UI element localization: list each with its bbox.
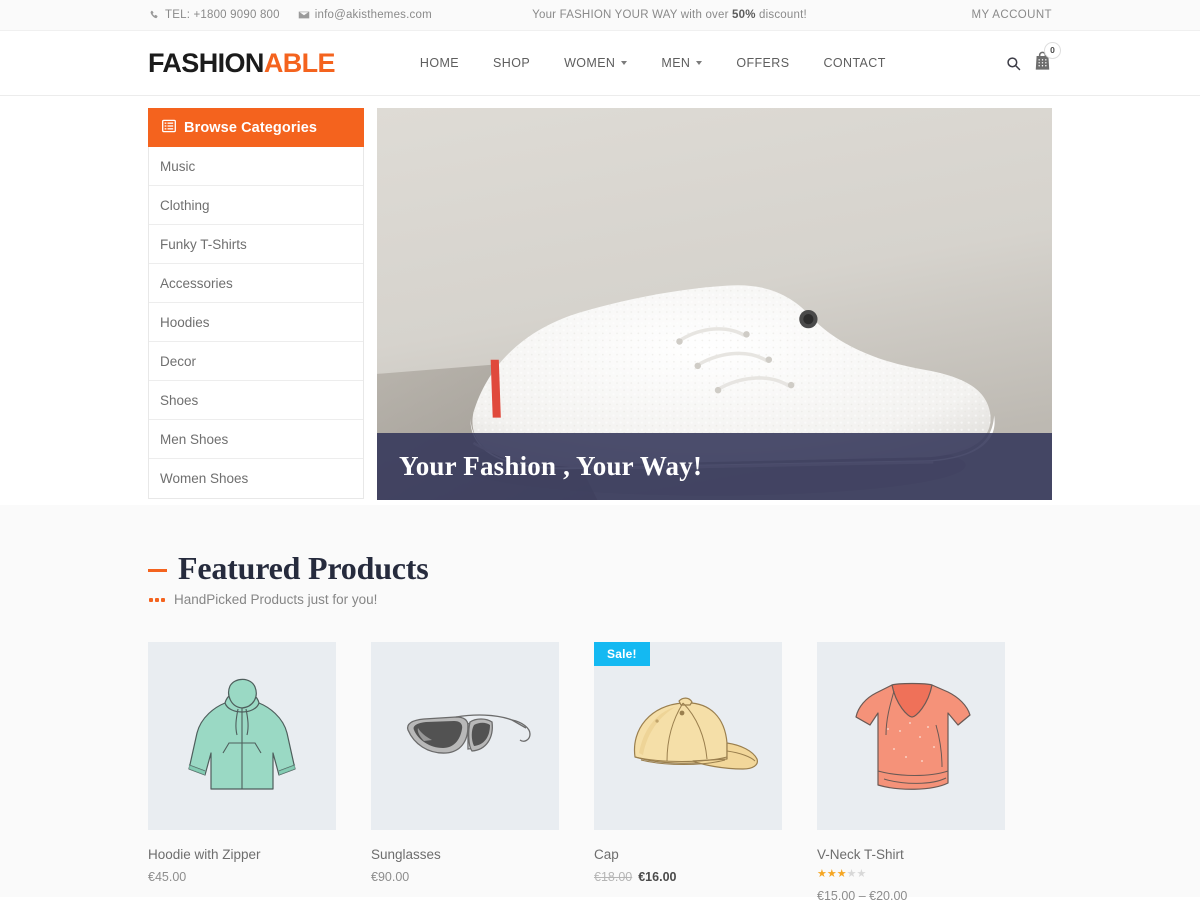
- featured-subtitle: HandPicked Products just for you!: [174, 592, 378, 608]
- top-bar: TEL: +1800 9090 800 info@akisthemes.com …: [0, 0, 1200, 31]
- product-thumbnail[interactable]: [817, 642, 1005, 831]
- email-text: info@akisthemes.com: [314, 9, 432, 21]
- featured-products-section: Featured Products HandPicked Products ju…: [0, 505, 1200, 903]
- hero-caption-text: Your Fashion , Your Way!: [399, 451, 703, 481]
- nav-item-women[interactable]: WOMEN: [547, 56, 644, 70]
- my-account-link[interactable]: MY ACCOUNT: [972, 9, 1052, 21]
- status-badge: Sale!: [594, 642, 650, 667]
- star-empty-icon: ★: [856, 868, 867, 881]
- star-empty-icon: ★: [846, 868, 857, 881]
- product-price: €15.00 – €20.00: [817, 889, 908, 903]
- sidebar-item-women-shoes[interactable]: Women Shoes: [149, 459, 363, 498]
- header-actions: 0: [1006, 41, 1061, 76]
- nav-label: MEN: [661, 56, 691, 70]
- nav-item-men[interactable]: MEN: [644, 56, 719, 70]
- sunglasses-illustration: [406, 714, 531, 754]
- product-name: Hoodie with Zipper: [148, 847, 261, 863]
- product-sale-price: €16.00: [638, 870, 677, 885]
- chevron-down-icon: [696, 61, 703, 65]
- hero-banner[interactable]: Your Fashion , Your Way!: [377, 108, 1052, 500]
- sidebar-item-hoodies[interactable]: Hoodies: [149, 303, 363, 342]
- cart-button[interactable]: 0: [1033, 41, 1061, 76]
- page-title: Featured Products: [178, 550, 429, 586]
- cap-illustration: [633, 697, 758, 770]
- product-grid: Hoodie with Zipper €45.00 Sunglasses €90…: [148, 642, 1052, 903]
- browse-categories-title: Browse Categories: [184, 119, 318, 136]
- phone-contact: TEL: +1800 9090 800: [148, 9, 280, 21]
- product-card-hoodie[interactable]: Hoodie with Zipper €45.00: [148, 642, 336, 903]
- email-contact[interactable]: info@akisthemes.com: [298, 9, 432, 21]
- featured-heading: Featured Products HandPicked Products ju…: [148, 550, 1052, 608]
- product-thumbnail[interactable]: Sale!: [594, 642, 782, 831]
- sidebar-item-funky-t-shirts[interactable]: Funky T-Shirts: [149, 225, 363, 264]
- browse-categories-sidebar: Browse Categories Music Clothing Funky T…: [148, 108, 364, 500]
- hero-caption: Your Fashion , Your Way!: [377, 433, 1052, 500]
- product-card-cap[interactable]: Sale! Cap €18.00 €16.00: [594, 642, 782, 903]
- site-logo[interactable]: FASHIONABLE: [148, 47, 336, 78]
- sidebar-item-clothing[interactable]: Clothing: [149, 186, 363, 225]
- product-old-price: €18.00: [594, 870, 633, 885]
- promo-post: discount!: [755, 9, 807, 21]
- browse-categories-header[interactable]: Browse Categories: [148, 108, 364, 147]
- product-name: V-Neck T-Shirt: [817, 847, 904, 863]
- product-name: Cap: [594, 847, 619, 863]
- search-icon[interactable]: [1006, 56, 1021, 71]
- sidebar-item-decor[interactable]: Decor: [149, 342, 363, 381]
- phone-icon: [148, 9, 160, 21]
- dash-accent-icon: [148, 569, 167, 573]
- product-name: Sunglasses: [371, 847, 441, 863]
- promo-pre: Your FASHION YOUR WAY with over: [532, 9, 733, 21]
- sidebar-item-accessories[interactable]: Accessories: [149, 264, 363, 303]
- cart-count-badge: 0: [1044, 41, 1061, 59]
- site-header: FASHIONABLE HOME SHOP WOMEN MEN OFFERS C…: [0, 31, 1200, 96]
- product-price: €18.00 €16.00: [594, 870, 782, 884]
- promo-message: Your FASHION YOUR WAY with over 50% disc…: [532, 9, 807, 21]
- product-thumbnail[interactable]: [371, 642, 559, 831]
- nav-label: CONTACT: [823, 56, 886, 70]
- nav-item-home[interactable]: HOME: [403, 56, 476, 70]
- status-badge: ★ ★ ★ ★ ★: [817, 869, 1005, 880]
- sidebar-item-shoes[interactable]: Shoes: [149, 381, 363, 420]
- product-card-v-neck-t-shirt[interactable]: V-Neck T-Shirt ★ ★ ★ ★ ★ €15.00 – €20.00: [817, 642, 1005, 903]
- logo-part-two: ABLE: [263, 47, 336, 78]
- promo-percent: 50%: [732, 9, 756, 21]
- dots-accent-icon: [149, 597, 165, 602]
- nav-item-shop[interactable]: SHOP: [476, 56, 547, 70]
- product-price: €45.00: [148, 870, 187, 885]
- hoodie-illustration: [188, 678, 296, 790]
- product-price: €90.00: [371, 870, 410, 885]
- main-navigation: HOME SHOP WOMEN MEN OFFERS CONTACT: [403, 56, 903, 70]
- category-list: Music Clothing Funky T-Shirts Accessorie…: [148, 147, 364, 499]
- nav-label: HOME: [419, 56, 460, 70]
- tshirt-illustration: [855, 683, 971, 791]
- logo-part-one: FASHION: [148, 47, 264, 78]
- product-card-sunglasses[interactable]: Sunglasses €90.00: [371, 642, 559, 903]
- star-filled-icon: ★: [836, 868, 847, 881]
- nav-label: SHOP: [493, 56, 531, 70]
- nav-label: OFFERS: [736, 56, 790, 70]
- nav-item-contact[interactable]: CONTACT: [806, 56, 902, 70]
- sidebar-item-music[interactable]: Music: [149, 147, 363, 186]
- star-filled-icon: ★: [826, 868, 837, 881]
- list-icon: [162, 119, 176, 137]
- sidebar-item-men-shoes[interactable]: Men Shoes: [149, 420, 363, 459]
- star-filled-icon: ★: [817, 868, 827, 881]
- nav-label: WOMEN: [564, 56, 616, 70]
- envelope-icon: [298, 9, 310, 21]
- nav-item-offers[interactable]: OFFERS: [719, 56, 806, 70]
- phone-text: TEL: +1800 9090 800: [165, 9, 280, 21]
- product-thumbnail[interactable]: [148, 642, 336, 831]
- chevron-down-icon: [621, 61, 628, 65]
- hero-section: Browse Categories Music Clothing Funky T…: [0, 96, 1200, 505]
